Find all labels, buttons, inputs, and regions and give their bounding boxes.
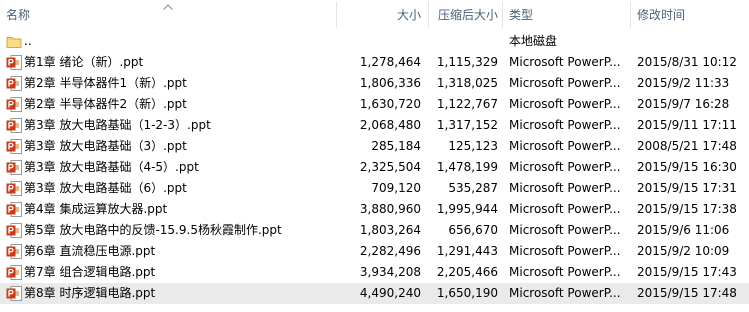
modified-date: 2015/9/15 17:38: [637, 202, 737, 216]
file-name: 第3章 放大电路基础（1-2-3）.ppt: [24, 118, 211, 132]
file-size: 4,490,240: [359, 286, 421, 300]
file-type: 本地磁盘: [509, 34, 558, 48]
column-header-bar: 名称 大小 压缩后大小 类型 修改时间: [0, 0, 749, 30]
powerpoint-file-icon: [6, 265, 22, 280]
list-item[interactable]: 第3章 放大电路基础（6）.ppt 709,120 535,287 Micros…: [0, 178, 749, 199]
powerpoint-file-icon: [6, 202, 22, 217]
modified-date: 2015/9/11 17:11: [637, 118, 737, 132]
powerpoint-file-icon: [6, 223, 22, 238]
file-type: Microsoft PowerP...: [509, 139, 621, 153]
compressed-size: 1,115,329: [436, 55, 498, 69]
file-type: Microsoft PowerP...: [509, 55, 621, 69]
modified-date: 2015/9/15 16:30: [637, 160, 737, 174]
file-name: 第8章 时序逻辑电路.ppt: [24, 286, 156, 300]
compressed-size: 1,318,025: [436, 76, 498, 90]
modified-date: 2015/9/15 17:43: [637, 265, 737, 279]
powerpoint-file-icon: [6, 181, 22, 196]
compressed-size: 1,995,944: [436, 202, 498, 216]
powerpoint-file-icon: [6, 76, 22, 91]
file-type: Microsoft PowerP...: [509, 160, 621, 174]
column-header-size[interactable]: 大小: [336, 0, 428, 30]
file-size: 1,278,464: [359, 55, 421, 69]
file-name: 第1章 绪论（新）.ppt: [24, 55, 144, 69]
sort-ascending-icon: [163, 4, 173, 10]
file-size: 2,325,504: [359, 160, 421, 174]
powerpoint-file-icon: [6, 118, 22, 133]
compressed-size: 535,287: [448, 181, 498, 195]
compressed-size: 2,205,466: [436, 265, 498, 279]
file-type: Microsoft PowerP...: [509, 118, 621, 132]
folder-icon: [6, 37, 22, 48]
file-size: 2,068,480: [359, 118, 421, 132]
compressed-size: 1,317,152: [436, 118, 498, 132]
file-size: 285,184: [371, 139, 421, 153]
file-name: 第7章 组合逻辑电路.ppt: [24, 265, 156, 279]
list-item[interactable]: 第3章 放大电路基础（3）.ppt 285,184 125,123 Micros…: [0, 136, 749, 157]
compressed-size: 1,478,199: [436, 160, 498, 174]
file-list-pane: 名称 大小 压缩后大小 类型 修改时间 .. 本地磁盘 第1章 绪论（新）.pp…: [0, 0, 749, 312]
list-item[interactable]: 第7章 组合逻辑电路.ppt 3,934,208 2,205,466 Micro…: [0, 262, 749, 283]
powerpoint-file-icon: [6, 244, 22, 259]
column-header-compressed-size[interactable]: 压缩后大小: [428, 0, 502, 30]
powerpoint-file-icon: [6, 97, 22, 112]
list-item[interactable]: 第1章 绪论（新）.ppt 1,278,464 1,115,329 Micros…: [0, 52, 749, 73]
list-item[interactable]: 第5章 放大电路中的反馈-15.9.5杨秋霞制作.ppt 1,803,264 6…: [0, 220, 749, 241]
file-name: 第3章 放大电路基础（4-5）.ppt: [24, 160, 199, 174]
compressed-size: 125,123: [448, 139, 498, 153]
list-item[interactable]: 第4章 集成运算放大器.ppt 3,880,960 1,995,944 Micr…: [0, 199, 749, 220]
column-header-type[interactable]: 类型: [502, 0, 630, 30]
powerpoint-file-icon: [6, 139, 22, 154]
modified-date: 2015/9/15 17:31: [637, 181, 737, 195]
file-size: 3,880,960: [359, 202, 421, 216]
compressed-size: 1,650,190: [436, 286, 498, 300]
compressed-size: 1,291,443: [436, 244, 498, 258]
file-name: 第5章 放大电路中的反馈-15.9.5杨秋霞制作.ppt: [24, 223, 282, 237]
file-size: 1,803,264: [359, 223, 421, 237]
compressed-size: [428, 31, 502, 52]
compressed-size: 1,122,767: [436, 97, 498, 111]
compressed-size: 656,670: [448, 223, 498, 237]
list-item-selected[interactable]: 第8章 时序逻辑电路.ppt 4,490,240 1,650,190 Micro…: [0, 283, 749, 304]
file-type: Microsoft PowerP...: [509, 97, 621, 111]
modified-date: [630, 31, 749, 52]
file-name: 第3章 放大电路基础（6）.ppt: [24, 181, 187, 195]
file-name: ..: [24, 34, 32, 48]
file-name: 第2章 半导体器件2（新）.ppt: [24, 97, 187, 111]
file-type: Microsoft PowerP...: [509, 181, 621, 195]
file-type: Microsoft PowerP...: [509, 202, 621, 216]
list-item[interactable]: 第2章 半导体器件2（新）.ppt 1,630,720 1,122,767 Mi…: [0, 94, 749, 115]
powerpoint-file-icon: [6, 55, 22, 70]
modified-date: 2015/9/2 10:09: [637, 244, 730, 258]
file-name: 第3章 放大电路基础（3）.ppt: [24, 139, 187, 153]
modified-date: 2015/9/7 16:28: [637, 97, 730, 111]
file-size: 1,630,720: [359, 97, 421, 111]
file-type: Microsoft PowerP...: [509, 265, 621, 279]
modified-date: 2015/9/15 17:48: [637, 286, 737, 300]
file-name: 第2章 半导体器件1（新）.ppt: [24, 76, 187, 90]
list-item[interactable]: 第3章 放大电路基础（1-2-3）.ppt 2,068,480 1,317,15…: [0, 115, 749, 136]
file-type: Microsoft PowerP...: [509, 244, 621, 258]
file-name: 第6章 直流稳压电源.ppt: [24, 244, 156, 258]
modified-date: 2015/9/2 11:33: [637, 76, 730, 90]
file-name: 第4章 集成运算放大器.ppt: [24, 202, 168, 216]
file-type: Microsoft PowerP...: [509, 76, 621, 90]
file-size: 2,282,496: [359, 244, 421, 258]
file-type: Microsoft PowerP...: [509, 223, 621, 237]
list-item[interactable]: 第6章 直流稳压电源.ppt 2,282,496 1,291,443 Micro…: [0, 241, 749, 262]
file-size: 3,934,208: [359, 265, 421, 279]
modified-date: 2015/9/6 11:06: [637, 223, 730, 237]
list-item[interactable]: 第2章 半导体器件1（新）.ppt 1,806,336 1,318,025 Mi…: [0, 73, 749, 94]
powerpoint-file-icon: [6, 160, 22, 175]
file-size: [336, 31, 428, 52]
list-item[interactable]: 第3章 放大电路基础（4-5）.ppt 2,325,504 1,478,199 …: [0, 157, 749, 178]
powerpoint-file-icon: [6, 286, 22, 301]
file-size: 1,806,336: [359, 76, 421, 90]
modified-date: 2008/5/21 17:48: [637, 139, 737, 153]
modified-date: 2015/8/31 10:12: [637, 55, 737, 69]
file-size: 709,120: [371, 181, 421, 195]
list-item-parent-folder[interactable]: .. 本地磁盘: [0, 31, 749, 52]
column-header-modified[interactable]: 修改时间: [630, 0, 749, 30]
file-type: Microsoft PowerP...: [509, 286, 621, 300]
